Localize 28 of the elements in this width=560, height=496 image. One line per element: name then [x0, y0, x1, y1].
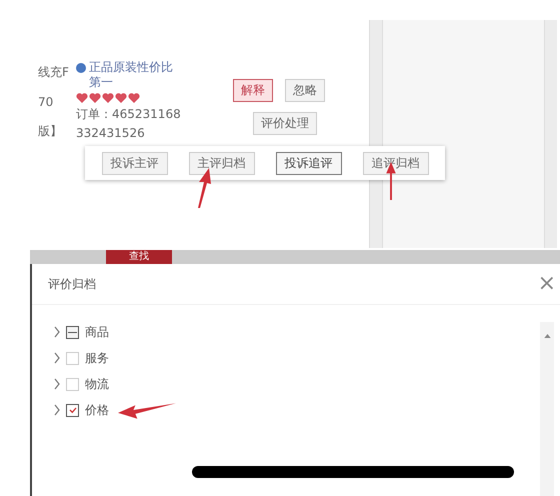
arrow-annotation: [118, 401, 176, 421]
checkbox[interactable]: [66, 326, 79, 338]
tree-item-label[interactable]: 价格: [85, 402, 109, 418]
tree-item-label[interactable]: 物流: [85, 376, 109, 392]
chevron-icon[interactable]: [54, 404, 60, 416]
product-title: 正品原装性价比第一: [89, 60, 174, 90]
order-number: 订单：465231168: [76, 106, 182, 123]
scroll-up-icon[interactable]: [544, 334, 550, 338]
tree-item-label[interactable]: 商品: [85, 324, 109, 340]
scrollbar[interactable]: [540, 322, 554, 496]
menu-button[interactable]: 投诉主评: [102, 152, 168, 174]
menu-button[interactable]: 主评归档: [188, 152, 254, 174]
cut-off-text: 线充F: [38, 64, 70, 81]
explain-button[interactable]: 解释: [233, 79, 273, 102]
close-button[interactable]: ×: [538, 273, 556, 295]
dialog-title: 评价归档: [48, 276, 96, 292]
chevron-icon[interactable]: [54, 352, 60, 364]
order-number: 332431526: [76, 126, 146, 140]
menu-button[interactable]: 投诉追评: [276, 152, 342, 174]
ignore-button[interactable]: 忽略: [285, 79, 325, 102]
search-tab[interactable]: 查找: [106, 250, 172, 264]
tree-item-label[interactable]: 服务: [85, 350, 109, 366]
dot-icon: [76, 63, 86, 73]
cut-off-text: 版】: [38, 123, 63, 140]
review-handling-button[interactable]: 评价处理: [253, 112, 317, 135]
chevron-icon[interactable]: [54, 326, 60, 338]
chevron-icon[interactable]: [54, 378, 60, 390]
cut-off-text: 70: [38, 95, 54, 109]
